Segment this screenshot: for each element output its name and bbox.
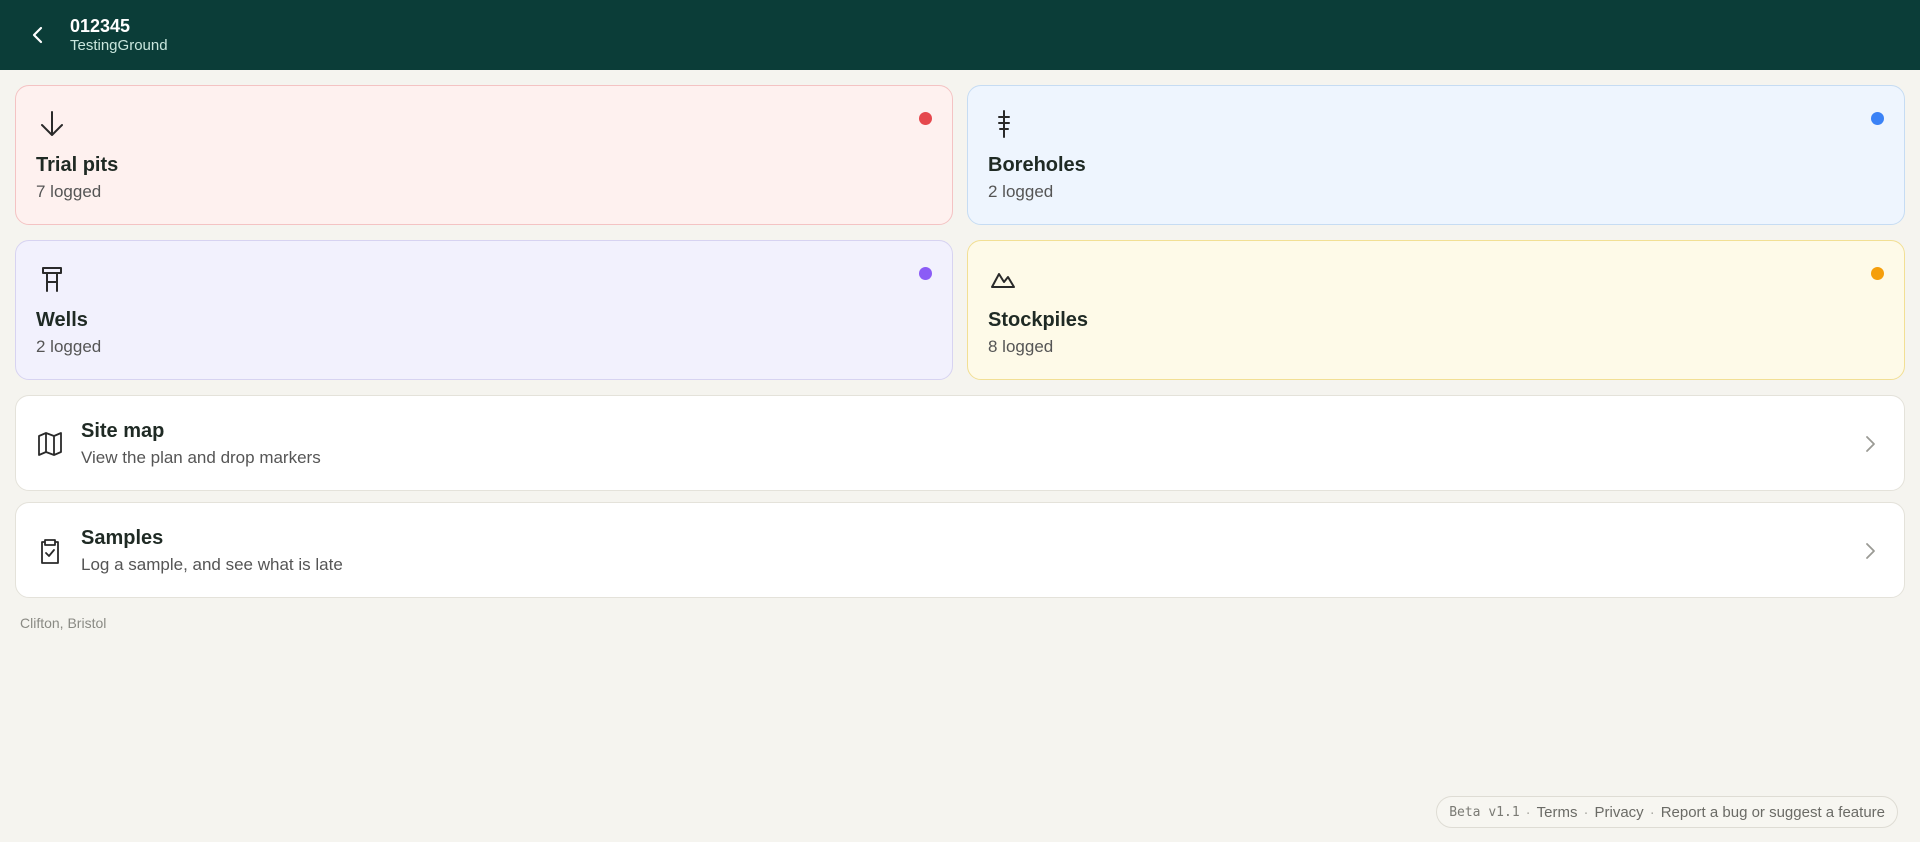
samples-row[interactable]: Samples Log a sample, and see what is la…: [15, 502, 1905, 598]
status-dot: [1871, 267, 1884, 280]
wells-card[interactable]: Wells 2 logged: [15, 240, 953, 380]
project-title: 012345 TestingGround: [70, 15, 168, 55]
well-icon: [42, 267, 62, 292]
arrow-down-icon: [41, 111, 63, 136]
row-title: Samples: [81, 527, 164, 549]
version-label: Beta v1.1: [1449, 804, 1520, 820]
separator: ·: [1649, 803, 1655, 821]
card-count: 2 logged: [36, 337, 102, 356]
status-dot: [1871, 112, 1884, 125]
row-title: Site map: [81, 420, 165, 442]
card-title: Stockpiles: [988, 309, 1089, 331]
mountain-icon: [991, 273, 1015, 288]
separator: ·: [1583, 803, 1589, 821]
map-icon: [38, 432, 62, 456]
card-count: 7 logged: [36, 182, 102, 201]
report-bug-link[interactable]: Report a bug or suggest a feature: [1661, 804, 1885, 821]
terms-link[interactable]: Terms: [1537, 804, 1578, 821]
chevron-right-icon: [1866, 436, 1875, 452]
card-title: Boreholes: [988, 154, 1086, 176]
chevron-right-icon: [1866, 543, 1875, 559]
card-count: 2 logged: [988, 182, 1054, 201]
stockpiles-card[interactable]: Stockpiles 8 logged: [967, 240, 1905, 380]
boreholes-card[interactable]: Boreholes 2 logged: [967, 85, 1905, 225]
top-bar: 012345 TestingGround: [0, 0, 1920, 70]
privacy-link[interactable]: Privacy: [1595, 804, 1644, 821]
chevron-left-icon: [32, 26, 43, 44]
trial-pits-card[interactable]: Trial pits 7 logged: [15, 85, 953, 225]
footer-links: Beta v1.1 · Terms · Privacy · Report a b…: [1436, 796, 1898, 828]
status-dot: [919, 112, 932, 125]
card-title: Trial pits: [36, 154, 119, 176]
site-map-row[interactable]: Site map View the plan and drop markers: [15, 395, 1905, 491]
separator: ·: [1525, 803, 1531, 821]
borehole-icon: [998, 110, 1010, 138]
project-code: 012345: [70, 16, 131, 36]
row-subtitle: Log a sample, and see what is late: [81, 555, 343, 574]
status-dot: [919, 267, 932, 280]
card-title: Wells: [36, 309, 88, 331]
row-subtitle: View the plan and drop markers: [81, 448, 321, 467]
site-location: Clifton, Bristol: [20, 615, 107, 631]
card-count: 8 logged: [988, 337, 1054, 356]
clipboard-check-icon: [41, 539, 59, 564]
project-name: TestingGround: [70, 37, 168, 54]
back-button[interactable]: [20, 17, 56, 53]
